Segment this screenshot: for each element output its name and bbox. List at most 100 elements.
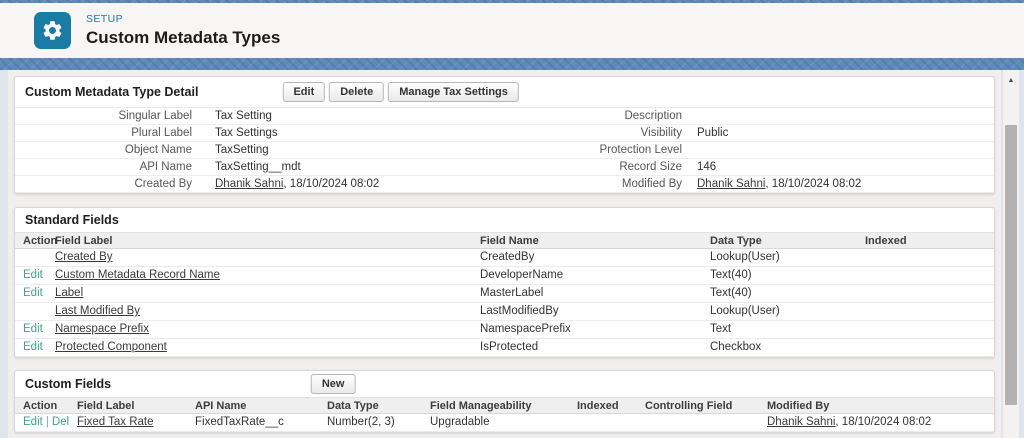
- created-by-datetime: , 18/10/2024 08:02: [283, 178, 380, 190]
- indexed-cell: [577, 414, 645, 431]
- edit-button[interactable]: Edit: [282, 82, 326, 102]
- modified-by-user-link[interactable]: Dhanik Sahni: [697, 178, 765, 190]
- data-type-cell: Text(40): [710, 287, 752, 299]
- field-value-api-name: TaxSetting__mdt: [215, 161, 301, 173]
- col-header-action: Action: [23, 400, 58, 412]
- field-name-cell: MasterLabel: [480, 287, 544, 299]
- scroll-up-arrow-icon[interactable]: ▲: [1003, 73, 1019, 89]
- api-name-cell: FixedTaxRate__c: [195, 416, 284, 428]
- detail-section-title: Custom Metadata Type Detail: [25, 85, 199, 99]
- custom-fields-header: Custom Fields New: [15, 371, 994, 397]
- indexed-cell: [865, 285, 994, 302]
- indexed-cell: [865, 267, 994, 284]
- standard-fields-header: Standard Fields: [15, 208, 994, 232]
- field-label-link[interactable]: Created By: [55, 251, 113, 263]
- field-name-cell: LastModifiedBy: [480, 305, 559, 317]
- col-header-field-label: Field Label: [77, 400, 135, 412]
- edit-link[interactable]: Edit: [23, 323, 43, 335]
- action-cell: Edit | Del: [23, 414, 77, 431]
- col-header-api-name: API Name: [195, 400, 247, 412]
- table-row: Edit Protected Component IsProtected Che…: [15, 339, 994, 357]
- setup-eyebrow: SETUP: [86, 13, 124, 25]
- field-value-created-by: Dhanik Sahni, 18/10/2024 08:02: [200, 176, 505, 192]
- edit-link[interactable]: Edit: [23, 269, 43, 281]
- col-header-field-manageability: Field Manageability: [430, 400, 532, 412]
- detail-row: Object Name TaxSetting Protection Level: [15, 142, 994, 159]
- col-header-field-label: Field Label: [55, 235, 113, 247]
- field-label-object-name: Object Name: [124, 144, 192, 156]
- field-label-singular-label: Singular Label: [118, 110, 192, 122]
- table-row: Edit Namespace Prefix NamespacePrefix Te…: [15, 321, 994, 339]
- detail-row: Singular Label Tax Setting Description: [15, 108, 994, 125]
- field-value-description: [690, 108, 994, 124]
- delete-button[interactable]: Delete: [329, 82, 385, 102]
- custom-fields-button-group: New: [310, 374, 360, 394]
- field-label-created-by: Created By: [134, 178, 192, 190]
- col-header-indexed: Indexed: [577, 400, 619, 412]
- detail-row: API Name TaxSetting__mdt Record Size 146: [15, 159, 994, 176]
- edit-link[interactable]: Edit: [23, 287, 43, 299]
- manage-tax-settings-button[interactable]: Manage Tax Settings: [388, 82, 519, 102]
- field-label-modified-by: Modified By: [621, 178, 682, 190]
- data-type-cell: Text(40): [710, 269, 752, 281]
- field-name-cell: DeveloperName: [480, 269, 564, 281]
- field-label-plural-label: Plural Label: [131, 127, 192, 139]
- field-label-link[interactable]: Namespace Prefix: [55, 323, 149, 335]
- detail-section-header: Custom Metadata Type Detail Edit Delete …: [15, 77, 994, 107]
- field-label-protection-level: Protection Level: [599, 144, 682, 156]
- data-type-cell: Number(2, 3): [327, 416, 395, 428]
- vertical-scrollbar[interactable]: ▲: [1002, 70, 1019, 438]
- field-value-visibility: Public: [697, 127, 729, 139]
- table-row: Last Modified By LastModifiedBy Lookup(U…: [15, 303, 994, 321]
- data-type-cell: Text: [710, 323, 732, 335]
- modified-by-user-link[interactable]: Dhanik Sahni: [767, 416, 835, 428]
- del-link[interactable]: Del: [52, 416, 69, 428]
- modified-by-datetime: , 18/10/2024 08:02: [765, 178, 862, 190]
- decorative-band: [0, 58, 1024, 70]
- scrollbar-thumb[interactable]: [1005, 125, 1017, 405]
- table-row: Edit Custom Metadata Record Name Develop…: [15, 267, 994, 285]
- detail-row: Created By Dhanik Sahni, 18/10/2024 08:0…: [15, 176, 994, 193]
- col-header-data-type: Data Type: [710, 235, 762, 247]
- field-value-plural-label: Tax Settings: [215, 127, 278, 139]
- table-row: Created By CreatedBy Lookup(User): [15, 249, 994, 267]
- edit-link[interactable]: Edit: [23, 416, 43, 428]
- edit-link[interactable]: Edit: [23, 341, 43, 353]
- field-name-cell: IsProtected: [480, 341, 539, 353]
- new-button[interactable]: New: [310, 374, 356, 394]
- setup-content: Custom Metadata Type Detail Edit Delete …: [8, 70, 1001, 438]
- field-label-link[interactable]: Protected Component: [55, 341, 167, 353]
- field-label-link[interactable]: Fixed Tax Rate: [77, 416, 154, 428]
- standard-fields-column-headers: Action Field Label Field Name Data Type …: [15, 232, 994, 249]
- field-value-protection-level: [690, 142, 994, 158]
- col-header-field-name: Field Name: [480, 235, 539, 247]
- table-row: Edit Label MasterLabel Text(40): [15, 285, 994, 303]
- detail-button-group: Edit Delete Manage Tax Settings: [282, 82, 522, 102]
- field-value-modified-by: Dhanik Sahni, 18/10/2024 08:02: [690, 176, 994, 192]
- field-name-cell: CreatedBy: [480, 251, 535, 263]
- setup-header: SETUP Custom Metadata Types: [0, 3, 1024, 58]
- table-row: Edit | Del Fixed Tax Rate FixedTaxRate__c …: [15, 414, 994, 432]
- detail-section: Custom Metadata Type Detail Edit Delete …: [14, 76, 995, 194]
- indexed-cell: [865, 321, 994, 338]
- custom-fields-title: Custom Fields: [25, 377, 112, 391]
- data-type-cell: Lookup(User): [710, 251, 780, 263]
- created-by-user-link[interactable]: Dhanik Sahni: [215, 178, 283, 190]
- modified-by-datetime: , 18/10/2024 08:02: [835, 416, 932, 428]
- field-label-api-name: API Name: [139, 161, 192, 173]
- field-label-link[interactable]: Last Modified By: [55, 305, 140, 317]
- indexed-cell: [865, 339, 994, 356]
- indexed-cell: [865, 249, 994, 266]
- controlling-field-cell: [645, 414, 767, 431]
- col-header-controlling-field: Controlling Field: [645, 400, 733, 412]
- standard-fields-section: Standard Fields Action Field Label Field…: [14, 207, 995, 358]
- action-cell: [23, 249, 55, 266]
- field-label-link[interactable]: Custom Metadata Record Name: [55, 269, 220, 281]
- field-label-link[interactable]: Label: [55, 287, 83, 299]
- field-name-cell: NamespacePrefix: [480, 323, 571, 335]
- col-header-indexed: Indexed: [865, 235, 907, 247]
- custom-fields-section: Custom Fields New Action Field Label API…: [14, 370, 995, 433]
- col-header-action: Action: [23, 235, 58, 247]
- data-type-cell: Checkbox: [710, 341, 762, 353]
- detail-grid: Singular Label Tax Setting Description P…: [15, 107, 994, 193]
